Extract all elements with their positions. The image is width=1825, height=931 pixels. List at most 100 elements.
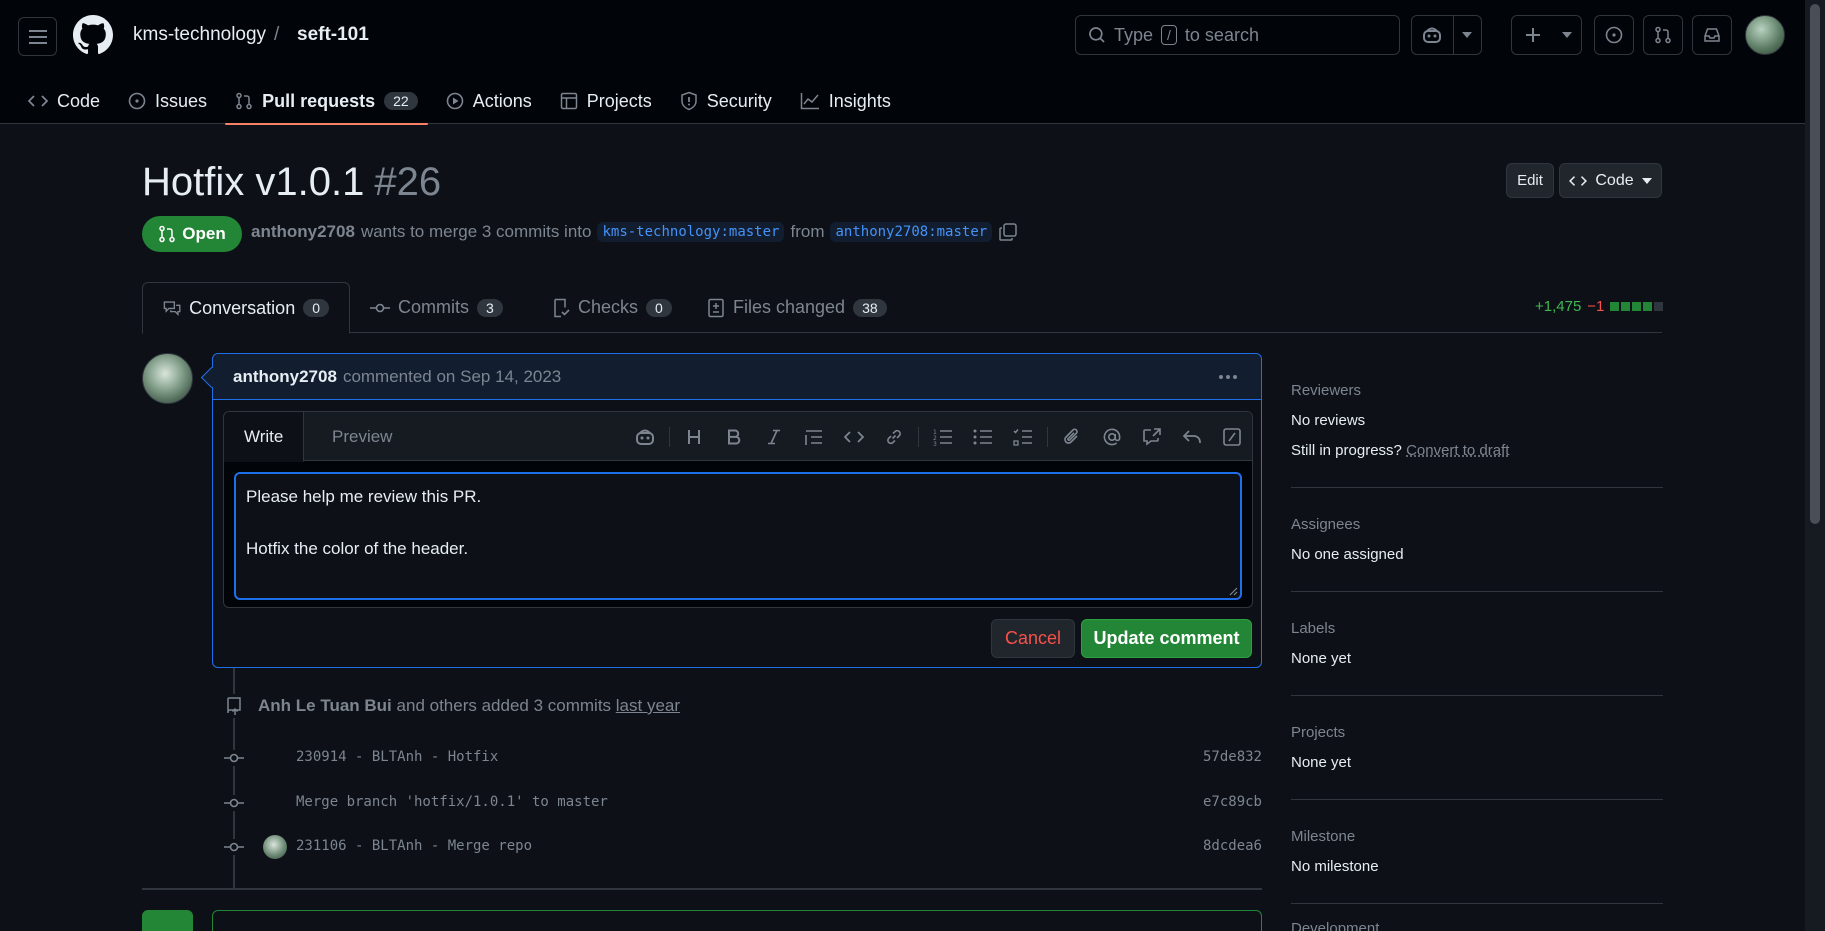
convert-to-draft-link[interactable]: Convert to draft [1406,442,1509,459]
search-shortcut-key: / [1161,25,1177,45]
tab-projects[interactable]: Projects [550,78,662,124]
user-avatar[interactable] [1745,15,1785,55]
search-input[interactable]: Type / to search [1075,15,1400,55]
commit-message[interactable]: 230914 - BLTAnh - Hotfix [296,749,498,765]
commit-author-avatar[interactable] [263,835,287,859]
quote-icon[interactable] [794,412,834,461]
tab-preview[interactable]: Preview [312,412,412,461]
cancel-button[interactable]: Cancel [991,619,1075,658]
milestone-title[interactable]: Milestone [1291,828,1663,845]
labels-title[interactable]: Labels [1291,620,1663,637]
resize-handle-icon[interactable] [1228,586,1238,596]
tab-security-label: Security [706,90,772,111]
commit-message[interactable]: Merge branch 'hotfix/1.0.1' to master [296,794,608,810]
create-new-button[interactable] [1511,15,1582,55]
comment-textarea[interactable]: Please help me review this PR. Hotfix th… [234,472,1242,600]
cross-reference-icon[interactable] [1132,412,1172,461]
pr-sidebar: Reviewers No reviews Still in progress? … [1291,370,1663,931]
reviewers-title[interactable]: Reviewers [1291,382,1663,399]
tab-issues[interactable]: Issues [118,78,217,124]
event-time[interactable]: last year [616,696,680,715]
milestone-value: No milestone [1291,858,1379,875]
merge-status-icon [142,910,193,931]
tab-checks-label: Checks [578,297,639,317]
mention-icon[interactable] [1092,412,1132,461]
pull-requests-count: 22 [384,92,418,110]
commit-icon [222,839,246,855]
labels-value: None yet [1291,650,1352,667]
tab-conversation[interactable]: Conversation 0 [142,282,350,334]
scrollbar[interactable] [1805,0,1825,931]
code-dropdown-button[interactable]: Code [1559,163,1662,198]
caret-down-icon[interactable] [1454,32,1481,38]
pr-tabs: Conversation 0 Commits 3 Checks 0 Files … [142,282,1662,334]
inbox-button[interactable] [1692,15,1732,55]
issues-shortcut-button[interactable] [1594,15,1634,55]
pr-author-link[interactable]: anthony2708 [251,222,355,242]
italic-icon[interactable] [754,412,794,461]
pr-from-text: from [790,222,825,241]
scrollbar-thumb[interactable] [1810,4,1820,524]
commits-count: 3 [477,298,503,317]
pull-requests-shortcut-button[interactable] [1643,15,1683,55]
projects-title[interactable]: Projects [1291,724,1663,741]
task-list-icon[interactable] [1003,412,1043,461]
development-section: Development [1291,920,1663,931]
commit-sha[interactable]: 57de832 [1203,749,1262,765]
global-header: kms-technology / seft-101 Type / to sear… [0,0,1805,125]
checks-count: 0 [646,298,672,317]
tab-write[interactable]: Write [224,412,305,462]
head-branch-label[interactable]: anthony2708:master [830,222,993,242]
edit-title-button[interactable]: Edit [1506,163,1554,198]
copy-icon[interactable] [998,222,1018,242]
development-title[interactable]: Development [1291,920,1663,931]
slash-command-icon[interactable] [1212,412,1252,461]
kebab-menu-icon[interactable] [1217,366,1239,388]
breadcrumb-repo[interactable]: seft-101 [297,24,369,46]
commit-message[interactable]: 231106 - BLTAnh - Merge repo [296,838,532,854]
code-icon[interactable] [834,412,874,461]
tab-security[interactable]: Security [670,78,782,124]
play-icon [446,92,463,110]
breadcrumb-separator: / [274,24,280,45]
base-branch-label[interactable]: kms-technology:master [597,222,785,242]
tab-pull-requests-label: Pull requests [262,90,376,111]
tab-actions[interactable]: Actions [436,78,542,124]
bold-icon[interactable] [714,412,754,461]
breadcrumb-owner[interactable]: kms-technology [133,24,266,46]
menu-button[interactable] [18,17,57,56]
paperclip-icon[interactable] [1052,412,1092,461]
assignees-title[interactable]: Assignees [1291,516,1663,533]
search-prefix: Type [1114,24,1154,45]
commit-icon [222,795,246,811]
copilot-button[interactable] [1411,15,1482,55]
tab-files-changed-label: Files changed [733,297,846,317]
reviewers-value: No reviews [1291,412,1366,429]
event-author[interactable]: Anh Le Tuan Bui [258,696,392,715]
tab-checks[interactable]: Checks 0 [532,282,692,333]
diff-block [1643,302,1653,311]
reply-icon[interactable] [1172,412,1212,461]
commit-sha[interactable]: e7c89cb [1203,794,1262,810]
tab-code[interactable]: Code [18,78,110,124]
unordered-list-icon[interactable] [963,412,1003,461]
github-logo-icon[interactable] [73,15,113,55]
diff-blocks [1610,302,1664,311]
comment-timestamp[interactable]: commented on Sep 14, 2023 [343,367,561,387]
shield-icon [681,91,697,111]
update-comment-button[interactable]: Update comment [1081,619,1252,658]
commit-sha[interactable]: 8dcdea6 [1203,838,1262,854]
tab-code-label: Code [57,90,101,111]
copilot-icon[interactable] [625,412,665,461]
heading-icon[interactable] [674,412,714,461]
tab-issues-label: Issues [155,90,208,111]
ordered-list-icon[interactable]: 123 [923,412,963,461]
tab-commits[interactable]: Commits 3 [350,282,523,333]
issue-circle-icon [1605,26,1623,44]
tab-files-changed[interactable]: Files changed 38 [687,282,907,333]
comment-author-avatar[interactable] [142,353,193,404]
link-icon[interactable] [874,412,914,461]
tab-insights[interactable]: Insights [790,78,901,124]
comment-author[interactable]: anthony2708 [233,367,337,387]
tab-pull-requests[interactable]: Pull requests 22 [225,78,428,125]
